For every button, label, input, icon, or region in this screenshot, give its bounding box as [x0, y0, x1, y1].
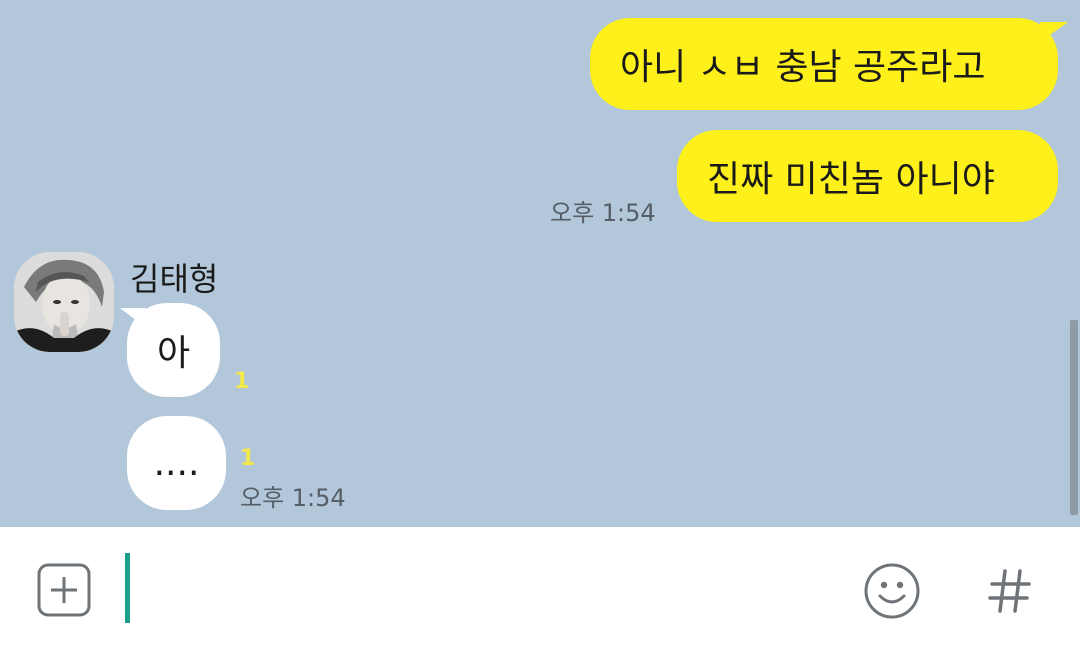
text-cursor	[125, 553, 130, 623]
avatar[interactable]	[14, 252, 114, 352]
message-input[interactable]	[140, 557, 820, 621]
profile-photo	[14, 252, 114, 352]
sender-name: 김태형	[130, 260, 219, 298]
message-input-bar	[0, 527, 1080, 653]
hash-icon[interactable]	[982, 563, 1038, 619]
incoming-message-bubble[interactable]: ....	[127, 416, 226, 510]
message-timestamp: 오후 1:54	[240, 484, 346, 512]
message-text: 아	[156, 333, 191, 374]
message-text: 아니 ㅅㅂ 충남 공주라고	[620, 47, 986, 88]
message-text: ....	[153, 442, 200, 484]
chat-message-area[interactable]: 아니 ㅅㅂ 충남 공주라고 진짜 미친놈 아니야 오후 1:54 김태형 아 1…	[0, 0, 1080, 527]
plus-square-icon[interactable]	[34, 560, 94, 620]
message-text: 진짜 미친놈 아니야	[707, 159, 995, 200]
message-timestamp: 오후 1:54	[550, 199, 656, 227]
bubble-tail	[1040, 22, 1068, 42]
outgoing-message-bubble[interactable]: 아니 ㅅㅂ 충남 공주라고	[590, 18, 1058, 110]
smiley-icon[interactable]	[862, 561, 922, 621]
unread-count: 1	[240, 446, 256, 471]
outgoing-message-bubble[interactable]: 진짜 미친놈 아니야	[677, 130, 1058, 222]
scrollbar[interactable]	[1070, 320, 1078, 515]
bubble-tail	[120, 308, 146, 328]
unread-count: 1	[234, 369, 250, 394]
